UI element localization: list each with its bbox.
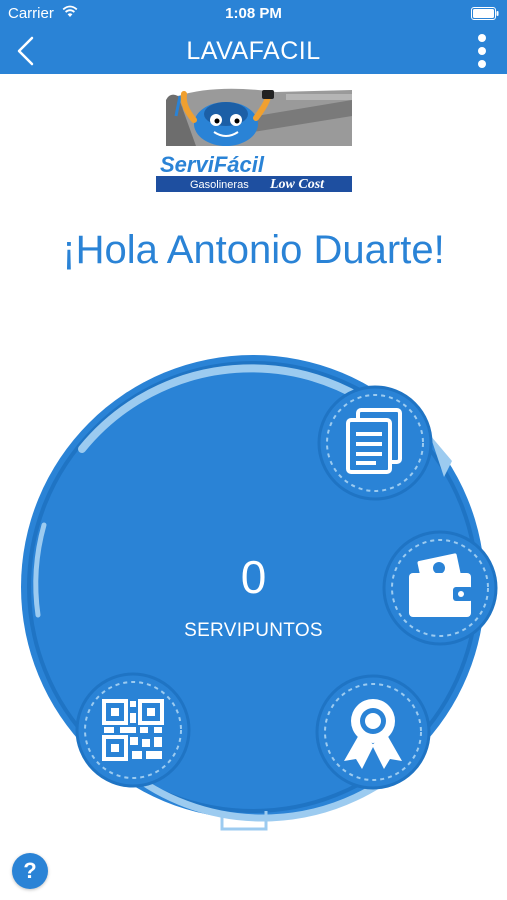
more-vertical-icon[interactable] [467, 30, 497, 72]
award-button[interactable] [316, 675, 430, 789]
award-ribbon-icon [344, 699, 402, 769]
nav-bar: LAVAFACIL [0, 28, 507, 74]
greeting-text: ¡Hola Antonio Duarte! [62, 228, 445, 272]
status-bar: Carrier 1:08 PM [0, 0, 507, 28]
logo-subtitle: Gasolineras [190, 179, 249, 191]
battery-icon [471, 7, 499, 20]
wallet-icon [409, 553, 473, 617]
clock: 1:08 PM [225, 5, 282, 22]
points-dial: 0 SERVIPUNTOS [0, 355, 507, 855]
servifacil-logo: ServiFácil Gasolineras Low Cost [156, 88, 352, 192]
help-button[interactable]: ? [12, 853, 48, 889]
qr-code-icon [102, 699, 164, 761]
documents-button[interactable] [318, 386, 432, 500]
documents-icon [346, 408, 402, 474]
logo-brand: ServiFácil [160, 152, 265, 177]
wallet-button[interactable] [383, 531, 497, 645]
logo-tagline: Low Cost [269, 177, 325, 192]
page-title: LAVAFACIL [186, 37, 321, 65]
qr-code-button[interactable] [76, 673, 190, 787]
